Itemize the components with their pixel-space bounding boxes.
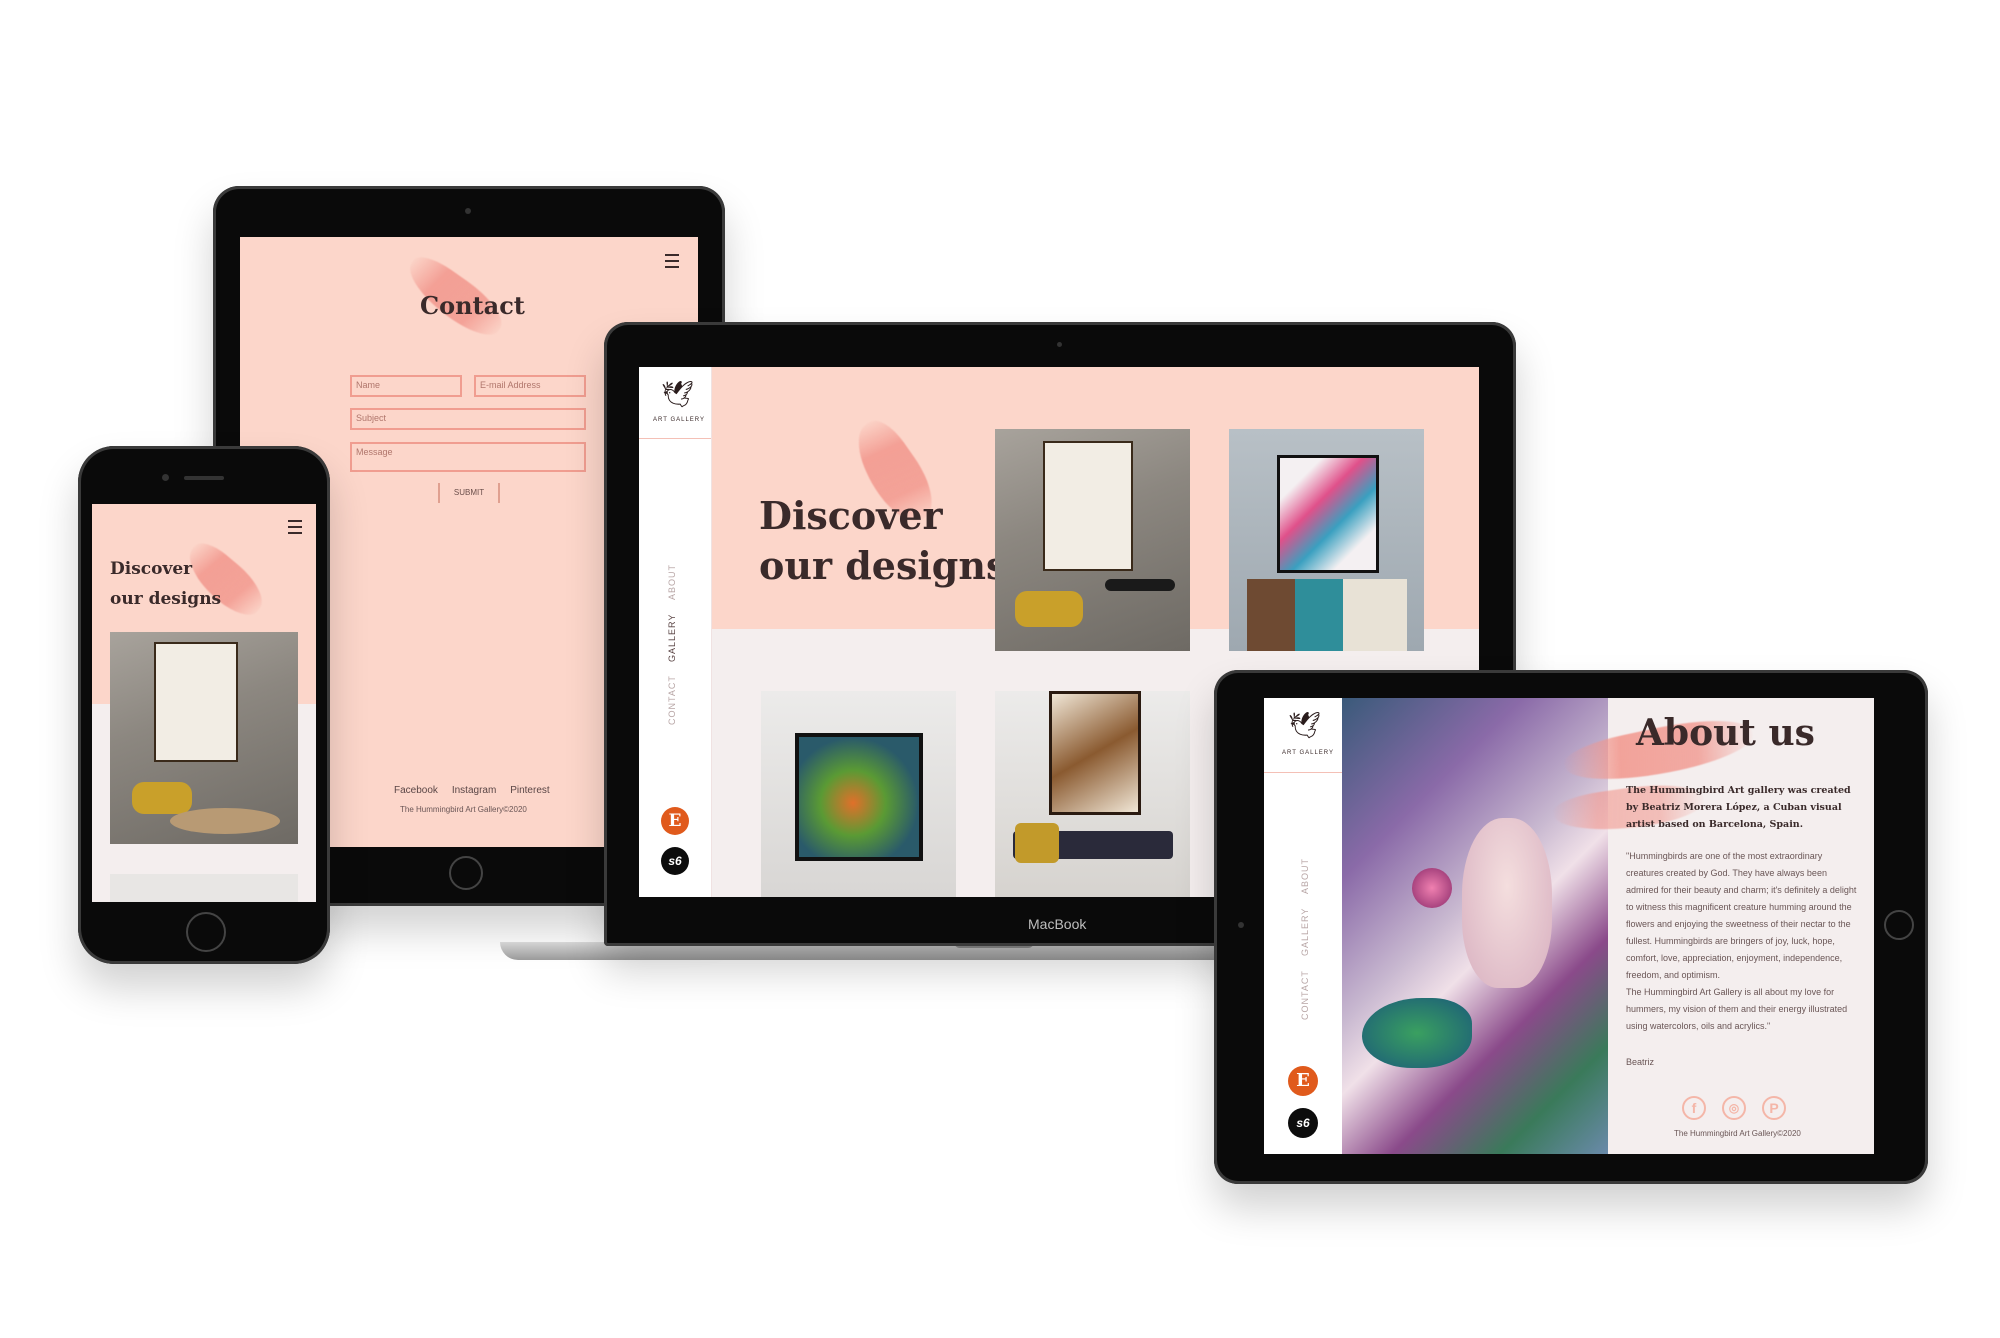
hamburger-menu-icon[interactable] [288, 520, 302, 538]
phone: Discover our designs [78, 446, 330, 964]
phone-headline-line2: our designs [110, 589, 222, 609]
speaker [184, 476, 224, 480]
nav-about[interactable]: ABOUT [1300, 858, 1310, 894]
contact-title: Contact [420, 291, 525, 320]
brand-label: ART GALLERY [653, 417, 706, 423]
gallery-image-colorful-bird[interactable] [1229, 429, 1424, 651]
flower [1412, 868, 1452, 908]
instagram-link[interactable]: Instagram [452, 785, 496, 796]
submit-button[interactable]: SUBMIT [438, 483, 500, 503]
dresser [1247, 579, 1407, 651]
hummingbird [1362, 998, 1472, 1068]
society6-button[interactable]: s6 [661, 847, 689, 875]
camera-dot [465, 208, 471, 214]
hamburger-menu-icon[interactable] [665, 254, 679, 272]
phone-gallery-image-dandelion[interactable] [110, 632, 298, 844]
nav-contact[interactable]: CONTACT [667, 675, 677, 725]
rug [170, 808, 280, 834]
about-signature: Beatriz [1626, 1057, 1655, 1067]
contact-copyright: The Hummingbird Art Gallery©2020 [400, 805, 527, 814]
pinterest-link[interactable]: Pinterest [510, 785, 549, 796]
name-field[interactable]: Name [350, 375, 462, 397]
phone-headline: Discover our designs [110, 554, 221, 614]
frame [1277, 455, 1379, 573]
gallery-image-dandelion[interactable] [995, 429, 1190, 651]
camera-dot [1238, 922, 1244, 928]
facebook-link[interactable]: Facebook [394, 785, 438, 796]
nav-gallery[interactable]: GALLERY [667, 614, 677, 662]
pinterest-icon[interactable]: P [1762, 1096, 1786, 1120]
hummingbird-logo-icon[interactable]: 🕊 [661, 379, 694, 410]
subject-field[interactable]: Subject [350, 408, 586, 430]
hero-headline-line1: Discover [759, 493, 943, 538]
gallery-image-brown-bird[interactable] [995, 691, 1190, 897]
sidebar-divider [639, 438, 711, 439]
footer-links: Facebook Instagram Pinterest [394, 785, 550, 796]
hero-headline-line2: our designs [759, 543, 1008, 588]
about-tablet: 🕊 ART GALLERY ABOUT GALLERY CONTACT E s6… [1214, 670, 1928, 1184]
etsy-button[interactable]: E [661, 807, 689, 835]
cushion [132, 782, 192, 814]
hero-headline: Discover our designs [759, 491, 1007, 591]
nav-contact[interactable]: CONTACT [1300, 970, 1310, 1020]
nav-about[interactable]: ABOUT [667, 564, 677, 600]
about-copyright: The Hummingbird Art Gallery©2020 [1674, 1129, 1801, 1138]
facebook-icon[interactable]: f [1682, 1096, 1706, 1120]
about-intro: The Hummingbird Art gallery was created … [1626, 785, 1851, 830]
sidebar: 🕊 ART GALLERY ABOUT GALLERY CONTACT E s6 [639, 367, 712, 897]
home-button[interactable] [1884, 910, 1914, 940]
camera-dot [1057, 342, 1062, 347]
about-body: "Hummingbirds are one of the most extrao… [1626, 851, 1857, 1031]
message-field[interactable]: Message [350, 442, 586, 472]
sidebar: 🕊 ART GALLERY ABOUT GALLERY CONTACT E s6 [1264, 698, 1343, 1154]
email-field[interactable]: E-mail Address [474, 375, 586, 397]
frame [1049, 691, 1141, 815]
phone-screen: Discover our designs [92, 504, 316, 902]
camera-dot [162, 474, 169, 481]
frame [154, 642, 238, 762]
brand-label: ART GALLERY [1282, 750, 1335, 756]
about-title: About us [1636, 712, 1815, 754]
instagram-icon[interactable]: ◎ [1722, 1096, 1746, 1120]
hummingbird-logo-icon[interactable]: 🕊 [1288, 710, 1321, 741]
nav-gallery[interactable]: GALLERY [1300, 908, 1310, 956]
cushion [1015, 591, 1083, 627]
gallery-image-green-bird[interactable] [761, 691, 956, 897]
home-button[interactable] [449, 856, 483, 890]
table [1105, 579, 1175, 591]
society6-button[interactable]: s6 [1288, 1108, 1318, 1138]
laptop-label: MacBook [1028, 916, 1087, 932]
phone-gallery-image-next[interactable] [110, 874, 298, 902]
face [1462, 818, 1552, 988]
throw [1015, 823, 1059, 863]
frame [1043, 441, 1133, 571]
about-screen: 🕊 ART GALLERY ABOUT GALLERY CONTACT E s6… [1264, 698, 1874, 1154]
home-button[interactable] [186, 912, 226, 952]
etsy-button[interactable]: E [1288, 1066, 1318, 1096]
phone-headline-line1: Discover [110, 559, 193, 579]
sidebar-divider [1264, 772, 1342, 773]
frame [795, 733, 923, 861]
